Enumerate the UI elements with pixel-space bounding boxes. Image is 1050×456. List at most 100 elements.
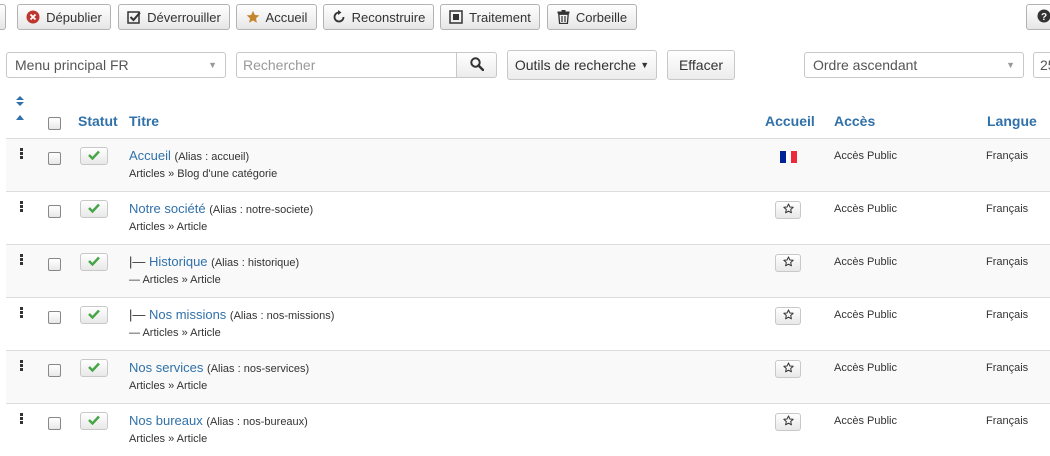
item-access: Accès Public [834, 309, 897, 321]
column-header-home[interactable]: Accueil [765, 113, 815, 129]
item-title: |— Nos missions (Alias : nos-missions) [129, 307, 334, 322]
item-title: Accueil (Alias : accueil) [129, 148, 249, 163]
set-home-button[interactable] [775, 201, 801, 219]
batch-label: Traitement [469, 10, 531, 25]
item-language: Français [986, 415, 1028, 427]
publish-toggle-button[interactable] [80, 412, 108, 430]
trash-button[interactable]: Corbeille [547, 4, 637, 30]
svg-text:?: ? [1041, 12, 1047, 23]
checkmark-icon [88, 149, 100, 163]
checkmark-icon [88, 308, 100, 322]
french-flag-icon [780, 151, 797, 163]
table-row: Accueil (Alias : accueil) Articles » Blog… [6, 138, 1050, 191]
refresh-icon [332, 10, 346, 24]
search-icon [470, 57, 484, 74]
search-input[interactable] [236, 52, 456, 78]
item-title-link[interactable]: Historique [149, 254, 208, 269]
row-checkbox[interactable] [48, 311, 61, 324]
publish-toggle-button[interactable] [80, 253, 108, 271]
drag-handle-icon[interactable] [20, 307, 24, 319]
set-home-button[interactable] [775, 413, 801, 431]
select-all-checkbox[interactable] [48, 117, 61, 130]
publish-toggle-button[interactable] [80, 147, 108, 165]
row-checkbox[interactable] [48, 205, 61, 218]
rebuild-label: Reconstruire [352, 10, 426, 25]
column-header-language[interactable]: Langue [987, 113, 1037, 129]
drag-handle-icon[interactable] [20, 148, 24, 160]
star-outline-icon [783, 256, 794, 270]
set-home-button[interactable] [775, 360, 801, 378]
batch-icon [449, 10, 463, 24]
item-access: Accès Public [834, 415, 897, 427]
item-title-link[interactable]: Nos services [129, 360, 203, 375]
column-header-title[interactable]: Titre [129, 113, 159, 129]
menu-select-value: Menu principal FR [15, 57, 129, 73]
search-button[interactable] [456, 52, 497, 78]
item-type: — Articles » Article [129, 274, 221, 286]
question-icon: ? [1037, 9, 1050, 26]
publish-toggle-button[interactable] [80, 359, 108, 377]
level-prefix: |— [129, 254, 149, 269]
row-checkbox[interactable] [48, 152, 61, 165]
set-home-button[interactable] [775, 307, 801, 325]
item-title-link[interactable]: Nos bureaux [129, 413, 203, 428]
item-access: Accès Public [834, 150, 897, 162]
item-alias: (Alias : historique) [211, 257, 299, 269]
rebuild-button[interactable]: Reconstruire [323, 4, 434, 30]
limit-select[interactable]: 25 [1033, 52, 1050, 78]
column-header-access[interactable]: Accès [834, 113, 875, 129]
featured-label: Accueil [266, 10, 308, 25]
item-type: Articles » Article [129, 433, 207, 445]
item-title-link[interactable]: Accueil [129, 148, 171, 163]
batch-button[interactable]: Traitement [440, 4, 540, 30]
sort-ordering-icon[interactable] [15, 96, 25, 129]
row-checkbox[interactable] [48, 417, 61, 430]
table-row: Nos services (Alias : nos-services)Artic… [6, 350, 1050, 403]
menu-select[interactable]: Menu principal FR ▼ [6, 52, 226, 78]
drag-handle-icon[interactable] [20, 360, 24, 372]
ordering-select-value: Ordre ascendant [813, 57, 917, 73]
publish-toggle-button[interactable] [80, 306, 108, 324]
featured-button[interactable]: Accueil [236, 4, 317, 30]
checkmark-icon [88, 414, 100, 428]
limit-select-value: 25 [1040, 57, 1050, 73]
ordering-select[interactable]: Ordre ascendant ▼ [804, 52, 1024, 78]
item-title-link[interactable]: Nos missions [149, 307, 226, 322]
publish-toggle-button[interactable] [80, 200, 108, 218]
table-row: Nos bureaux (Alias : nos-bureaux)Article… [6, 403, 1050, 456]
checkin-button[interactable]: Déverrouiller [118, 4, 230, 30]
unpublish-button[interactable]: Dépublier [17, 4, 111, 30]
toolbar-partial-button[interactable] [0, 4, 6, 30]
checkmark-icon [88, 202, 100, 216]
row-checkbox[interactable] [48, 364, 61, 377]
drag-handle-icon[interactable] [20, 254, 24, 266]
table-row: |— Historique (Alias : historique) — Arti… [6, 244, 1050, 297]
search-tools-button[interactable]: Outils de recherche ▼ [507, 50, 657, 80]
star-outline-icon [783, 203, 794, 217]
item-language: Français [986, 150, 1028, 162]
item-type: Articles » Blog d'une catégorie [129, 168, 277, 180]
star-outline-icon [783, 362, 794, 376]
drag-handle-icon[interactable] [20, 201, 24, 213]
item-title-link[interactable]: Notre société [129, 201, 206, 216]
chevron-down-icon: ▼ [1006, 60, 1015, 70]
column-header-status[interactable]: Statut [78, 113, 118, 129]
item-title: Notre société (Alias : notre-societe) [129, 201, 313, 216]
item-language: Français [986, 256, 1028, 268]
help-button[interactable]: ? [1026, 4, 1050, 30]
clear-label: Effacer [679, 57, 723, 73]
item-alias: (Alias : nos-services) [207, 363, 309, 375]
item-access: Accès Public [834, 256, 897, 268]
item-type: — Articles » Article [129, 327, 221, 339]
item-access: Accès Public [834, 203, 897, 215]
chevron-down-icon: ▼ [208, 60, 217, 70]
drag-handle-icon[interactable] [20, 413, 24, 425]
set-home-button[interactable] [775, 254, 801, 272]
item-alias: (Alias : nos-missions) [230, 310, 335, 322]
search-tools-label: Outils de recherche [515, 57, 636, 73]
checkmark-icon [88, 255, 100, 269]
unpublish-label: Dépublier [46, 10, 102, 25]
row-checkbox[interactable] [48, 258, 61, 271]
clear-button[interactable]: Effacer [667, 50, 735, 80]
item-language: Français [986, 309, 1028, 321]
